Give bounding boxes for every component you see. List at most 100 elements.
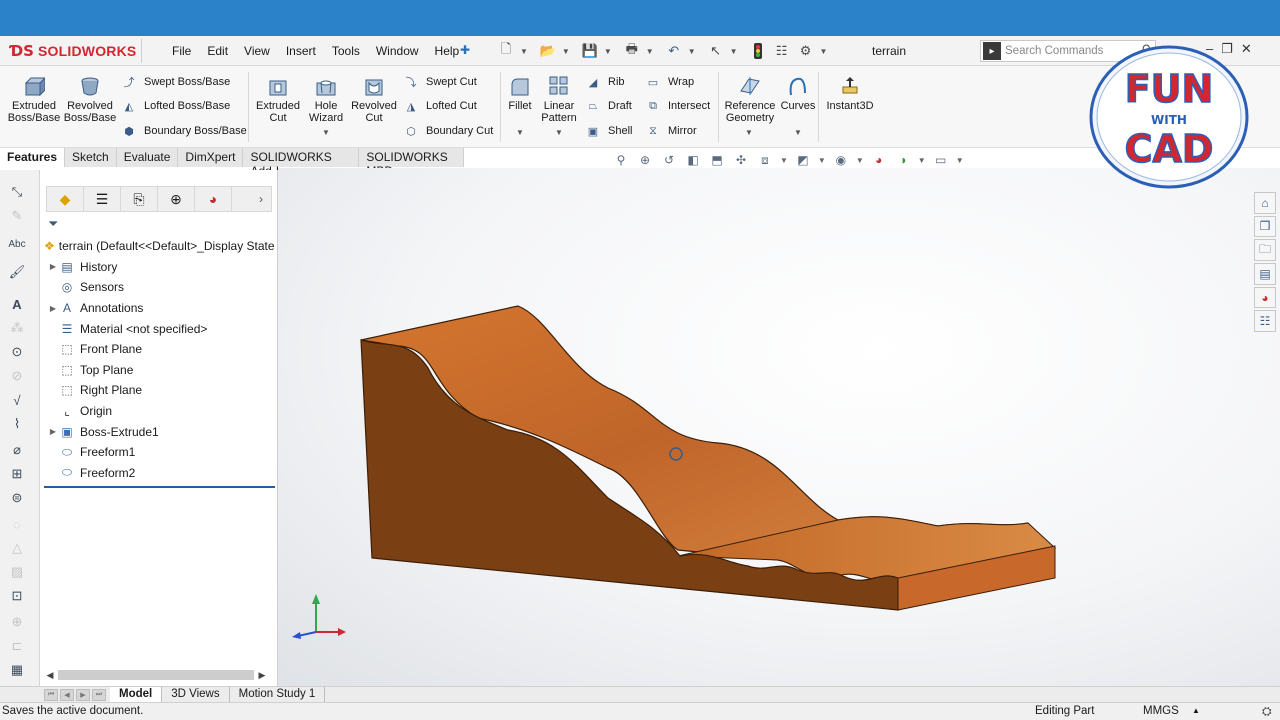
undo-caret-icon[interactable]: ▼ <box>688 47 696 56</box>
tab-3d-views[interactable]: 3D Views <box>162 687 230 702</box>
wrap-button[interactable]: ▭ Wrap <box>644 72 694 92</box>
design-library-icon[interactable]: ❒ <box>1254 215 1276 238</box>
view-orientation-icon[interactable]: ⧈ <box>756 152 774 168</box>
tree-item[interactable]: ⬚ Front Plane <box>44 339 276 360</box>
tab-sketch[interactable]: Sketch <box>65 148 117 167</box>
custom-properties-icon[interactable]: ☷ <box>1254 310 1276 332</box>
rib-button[interactable]: ◢ Rib <box>584 72 625 92</box>
lofted-cut-button[interactable]: ◮ Lofted Cut <box>402 96 477 116</box>
intersect-button[interactable]: ⧉ Intersect <box>644 96 710 116</box>
format-painter-icon[interactable]: 🖌 <box>6 262 28 282</box>
extruded-boss-button[interactable]: Extruded Boss/Base <box>8 74 60 124</box>
menu-edit[interactable]: Edit <box>199 42 236 60</box>
revolved-cut-button[interactable]: Revolved Cut <box>350 74 398 124</box>
first-tab-icon[interactable]: ⏮ <box>44 689 58 701</box>
scroll-left-icon[interactable]: ◀ <box>44 670 56 681</box>
zoom-to-area-icon[interactable]: ⊕ <box>636 152 654 168</box>
geometric-tolerance-icon[interactable]: ⊞ <box>6 464 28 484</box>
expand-arrow-icon[interactable]: ▶ <box>48 304 58 313</box>
tree-item[interactable]: ⌞ Origin <box>44 401 276 422</box>
reference-geometry-button[interactable]: Reference Geometry <box>722 74 778 124</box>
file-properties-icon[interactable]: ☷ <box>772 41 792 61</box>
prev-tab-icon[interactable]: ◀ <box>60 689 74 701</box>
curves-caret-icon[interactable]: ▼ <box>794 128 802 137</box>
reference-geometry-caret-icon[interactable]: ▼ <box>745 128 753 137</box>
weld-symbol-icon[interactable]: ⌇ <box>6 414 28 434</box>
new-document-icon[interactable]: 🗋 <box>496 41 516 61</box>
hole-callout-icon[interactable]: ⌀ <box>6 440 28 460</box>
table-icon[interactable]: ▦ <box>6 660 28 680</box>
dynamic-annotation-icon[interactable]: ⬒ <box>708 152 726 168</box>
tab-evaluate[interactable]: Evaluate <box>116 148 179 167</box>
file-explorer-icon[interactable]: 🗀 <box>1254 239 1276 262</box>
view-palette-icon[interactable]: ▤ <box>1254 263 1276 285</box>
scroll-right-icon[interactable]: ▶ <box>256 670 268 681</box>
display-manager-tab-icon[interactable]: ◕ <box>195 187 232 211</box>
rollback-bar[interactable] <box>44 486 275 488</box>
linear-pattern-button[interactable]: Linear Pattern <box>538 74 580 124</box>
tree-item[interactable]: ☰ Material <not specified> <box>44 318 276 339</box>
surface-finish-icon[interactable]: √ <box>6 390 28 410</box>
instant3d-button[interactable]: Instant3D <box>824 74 876 112</box>
expand-arrow-icon[interactable]: ▶ <box>48 262 58 271</box>
property-manager-tab-icon[interactable]: ☰ <box>84 187 121 211</box>
last-tab-icon[interactable]: ⏭ <box>92 689 106 701</box>
menu-tools[interactable]: Tools <box>324 42 368 60</box>
dimxpert-manager-tab-icon[interactable]: ⊕ <box>158 187 195 211</box>
smart-dimension-icon[interactable]: ⤡ <box>6 182 28 202</box>
rebuild-traffic-light-icon[interactable] <box>748 41 768 61</box>
draft-button[interactable]: ⏢ Draft <box>584 96 632 116</box>
solidworks-logo[interactable]: ƊS SOLIDWORKS <box>10 39 142 63</box>
view-orientation-caret-icon[interactable]: ▼ <box>780 156 788 165</box>
fillet-caret-icon[interactable]: ▼ <box>516 128 524 137</box>
graphics-area[interactable] <box>278 168 1280 686</box>
unit-system-selector[interactable]: MMGS <box>1143 705 1179 717</box>
hole-wizard-caret-icon[interactable]: ▼ <box>322 128 330 137</box>
tree-item[interactable]: ⬚ Right Plane <box>44 380 276 401</box>
section-view-icon[interactable]: ◧ <box>684 152 702 168</box>
tab-dimxpert[interactable]: DimXpert <box>178 148 244 167</box>
quick-tips-icon[interactable]: ⛭ <box>1262 704 1272 719</box>
filter-icon[interactable]: ⏷ <box>48 216 58 232</box>
tree-item[interactable]: ▶ A Annotations <box>44 298 276 319</box>
tab-features[interactable]: Features <box>0 148 66 167</box>
swept-cut-button[interactable]: ⤵ Swept Cut <box>402 72 477 92</box>
edit-appearance-icon[interactable]: ◕ <box>870 152 888 168</box>
configuration-manager-tab-icon[interactable]: ⎘ <box>121 187 158 211</box>
view-settings-icon[interactable]: ▭ <box>932 152 950 168</box>
revolved-boss-button[interactable]: Revolved Boss/Base <box>64 74 116 124</box>
select-cursor-icon[interactable]: ↖ <box>706 41 726 61</box>
appearances-icon[interactable]: ◕ <box>1254 286 1276 309</box>
boundary-boss-button[interactable]: ⬢ Boundary Boss/Base <box>120 121 247 141</box>
view-selector-icon[interactable]: ✣ <box>732 152 750 168</box>
tree-item[interactable]: ⬭ Freeform1 <box>44 442 276 463</box>
tree-horizontal-scrollbar[interactable]: ◀ ▶ <box>44 668 276 682</box>
expand-arrow-icon[interactable]: ▶ <box>48 427 58 436</box>
print-caret-icon[interactable]: ▼ <box>646 47 654 56</box>
hide-show-caret-icon[interactable]: ▼ <box>856 156 864 165</box>
zoom-to-fit-icon[interactable]: ⚲ <box>612 152 630 168</box>
menu-window[interactable]: Window <box>368 42 427 60</box>
solidworks-resources-icon[interactable]: ⌂ <box>1254 192 1276 214</box>
curves-button[interactable]: Curves <box>780 74 816 112</box>
feature-manager-tab-icon[interactable]: ◆ <box>47 187 84 211</box>
tree-item[interactable]: ▶ ▤ History <box>44 257 276 278</box>
tree-item[interactable]: ▶ ▣ Boss-Extrude1 <box>44 421 276 442</box>
tree-item[interactable]: ⬭ Freeform2 <box>44 463 276 484</box>
scene-caret-icon[interactable]: ▼ <box>918 156 926 165</box>
new-caret-icon[interactable]: ▼ <box>520 47 528 56</box>
swept-boss-button[interactable]: ⤴ Swept Boss/Base <box>120 72 231 92</box>
tab-solidworks-add-ins[interactable]: SOLIDWORKS Add-Ins <box>243 148 360 178</box>
menu-view[interactable]: View <box>236 42 278 60</box>
tab-motion-study-1[interactable]: Motion Study 1 <box>230 687 326 702</box>
datum-feature-icon[interactable]: ⊜ <box>6 488 28 508</box>
print-icon[interactable]: 🖶 <box>622 41 642 61</box>
open-caret-icon[interactable]: ▼ <box>562 47 570 56</box>
lofted-boss-button[interactable]: ◭ Lofted Boss/Base <box>120 96 230 116</box>
save-caret-icon[interactable]: ▼ <box>604 47 612 56</box>
undo-icon[interactable]: ↶ <box>664 41 684 61</box>
tab-model[interactable]: Model <box>110 687 163 702</box>
tab-solidworks-mbd[interactable]: SOLIDWORKS MBD <box>359 148 464 178</box>
fillet-button[interactable]: Fillet <box>504 74 536 112</box>
select-caret-icon[interactable]: ▼ <box>730 47 738 56</box>
